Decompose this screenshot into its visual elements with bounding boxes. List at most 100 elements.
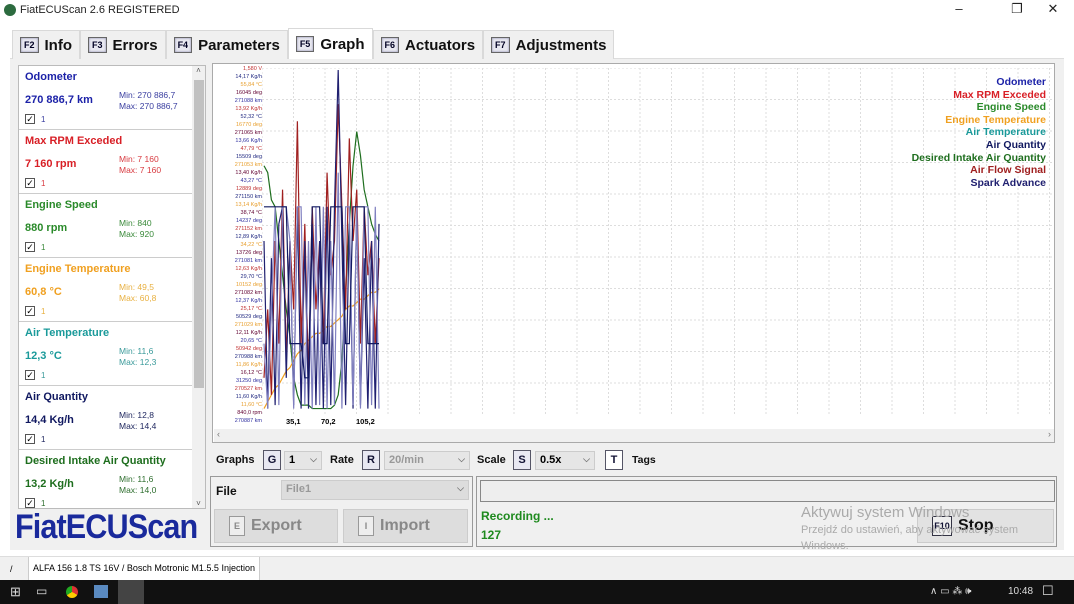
progress-bar — [480, 480, 1055, 502]
parameter-checkbox[interactable]: ✓ — [25, 370, 35, 380]
parameter-checkbox[interactable]: ✓ — [25, 114, 35, 124]
tab-graph[interactable]: F5 Graph — [287, 28, 373, 59]
fiatecuscan-taskbar-icon[interactable] — [118, 580, 144, 604]
parameter-value: 12,3 °C — [25, 350, 62, 362]
legend-item: Air Flow Signal — [970, 164, 1046, 177]
parameter-max: Max: 7 160 — [119, 165, 162, 175]
watermark-sub2: Windows. — [801, 540, 849, 552]
tab-label: Graph — [320, 35, 365, 53]
export-label: Export — [251, 517, 302, 534]
axis-label: 1,580 V — [243, 66, 262, 72]
scale-select[interactable]: 0.5x ⌵ — [535, 451, 595, 470]
parameter-value: 7 160 rpm — [25, 158, 77, 170]
parameter-graph-number: 1 — [41, 307, 46, 316]
tab-errors[interactable]: F3 Errors — [80, 30, 166, 59]
parameter-item: Engine Speed 880 rpm Min: 840 Max: 920 ✓… — [19, 194, 194, 258]
parameter-graph-number: 1 — [41, 179, 46, 188]
parameter-graph-number: 1 — [41, 243, 46, 252]
axis-label: 840,0 rpm — [237, 410, 262, 416]
axis-label: 271150 km — [235, 194, 262, 200]
graph-legend: Odometer Max RPM Exceded Engine Speed Engin… — [912, 76, 1046, 189]
parameter-item: Air Quantity 14,4 Kg/h Min: 12,8 Max: 14… — [19, 386, 194, 450]
recording-status: Recording ... — [481, 509, 554, 523]
tab-actuators[interactable]: F6 Actuators — [372, 30, 484, 59]
axis-label: 271029 km — [234, 322, 262, 328]
rate-select[interactable]: 20/min ⌵ — [384, 451, 470, 470]
scale-key-button[interactable]: S — [513, 450, 531, 470]
axis-label: 13,40 Kg/h — [235, 170, 262, 176]
parameter-graph-number: 1 — [41, 435, 46, 444]
legend-item: Max RPM Exceded — [953, 88, 1046, 101]
legend-item: Air Temperature — [965, 126, 1046, 139]
parameter-name: Air Temperature — [25, 327, 110, 339]
axis-label: 29,70 °C — [240, 274, 262, 280]
rate-label: Rate — [330, 454, 354, 466]
file-select[interactable]: File1 ⌵ — [281, 480, 469, 500]
axis-label: 14237 deg — [236, 218, 262, 224]
parameter-name: Engine Speed — [25, 199, 98, 211]
axis-label: 47,79 °C — [240, 146, 262, 152]
clock[interactable]: 10:48 — [1008, 586, 1033, 597]
legend-item: Air Quantity — [985, 138, 1046, 151]
parameter-graph-number: 1 — [41, 499, 46, 508]
parameter-value: 13,2 Kg/h — [25, 478, 74, 490]
axis-label: 11,86 Kg/h — [235, 362, 262, 368]
logo: FiatECUScan — [15, 508, 198, 546]
file-label: File — [216, 484, 237, 498]
tags-key-button[interactable]: T — [605, 450, 623, 470]
file-value: File1 — [286, 483, 312, 495]
parameter-checkbox[interactable]: ✓ — [25, 178, 35, 188]
axis-label: 11,60 °C — [240, 402, 262, 408]
rate-value: 20/min — [389, 454, 424, 466]
taskbar: ⊞ ▭ ∧ ▭ ⁂ 🕪 10:48 ☐ — [0, 580, 1074, 604]
chrome-icon[interactable] — [66, 586, 78, 598]
parameter-value: 14,4 Kg/h — [25, 414, 74, 426]
axis-label: 13726 deg — [236, 250, 262, 256]
tab-info[interactable]: F2 Info — [12, 30, 81, 59]
task-view-icon[interactable]: ▭ — [36, 584, 47, 598]
axis-label: 25,17 °C — [240, 306, 262, 312]
minimize-button[interactable]: – — [936, 0, 982, 20]
parameter-max: Max: 12,3 — [119, 357, 157, 367]
graph-scrollbar[interactable]: ‹ › — [214, 429, 1054, 442]
tab-parameters[interactable]: F4 Parameters — [165, 30, 288, 59]
notifications-icon[interactable]: ☐ — [1042, 583, 1054, 599]
parameter-name: Air Quantity — [25, 391, 88, 403]
parameter-value: 60,8 °C — [25, 286, 62, 298]
parameter-checkbox[interactable]: ✓ — [25, 434, 35, 444]
tab-adjustments[interactable]: F7 Adjustments — [483, 30, 615, 59]
parameter-item: Air Temperature 12,3 °C Min: 11,6 Max: 1… — [19, 322, 194, 386]
graphs-select[interactable]: 1 ⌵ — [284, 451, 322, 470]
parameter-name: Desired Intake Air Quantity — [25, 455, 166, 467]
app-taskbar-icon[interactable] — [94, 585, 108, 598]
tab-label: Adjustments — [515, 36, 607, 54]
parameter-item: Engine Temperature 60,8 °C Min: 49,5 Max… — [19, 258, 194, 322]
parameter-checkbox[interactable]: ✓ — [25, 498, 35, 508]
x-tick: 105,2 — [356, 417, 375, 426]
axis-label: 50529 deg — [236, 314, 262, 320]
window-title: FiatECUScan 2.6 REGISTERED — [20, 4, 180, 16]
axis-label: 13,92 Kg/h — [235, 106, 262, 112]
import-label: Import — [380, 517, 430, 534]
parameter-checkbox[interactable]: ✓ — [25, 306, 35, 316]
start-icon[interactable]: ⊞ — [10, 584, 21, 600]
axis-label: 12,37 Kg/h — [235, 298, 262, 304]
import-button[interactable]: I Import — [343, 509, 468, 543]
axis-label: 16770 deg — [236, 122, 262, 128]
app-icon — [4, 4, 16, 16]
parameter-value: 880 rpm — [25, 222, 68, 234]
close-button[interactable]: ✕ — [1030, 0, 1074, 20]
graphs-value: 1 — [289, 454, 296, 466]
parameter-checkbox[interactable]: ✓ — [25, 242, 35, 252]
function-key: F4 — [173, 37, 193, 53]
rate-key-button[interactable]: R — [362, 450, 380, 470]
system-tray[interactable]: ∧ ▭ ⁂ 🕪 — [930, 586, 971, 597]
axis-label: 43,27 °C — [240, 178, 262, 184]
scrollbar-thumb[interactable] — [194, 80, 204, 388]
export-button[interactable]: E Export — [214, 509, 338, 543]
parameter-min: Min: 11,6 — [119, 346, 154, 356]
axis-label: 270988 km — [234, 354, 262, 360]
graphs-key-button[interactable]: G — [263, 450, 281, 470]
parameter-name: Engine Temperature — [25, 263, 131, 275]
axis-label: 271065 km — [234, 130, 262, 136]
